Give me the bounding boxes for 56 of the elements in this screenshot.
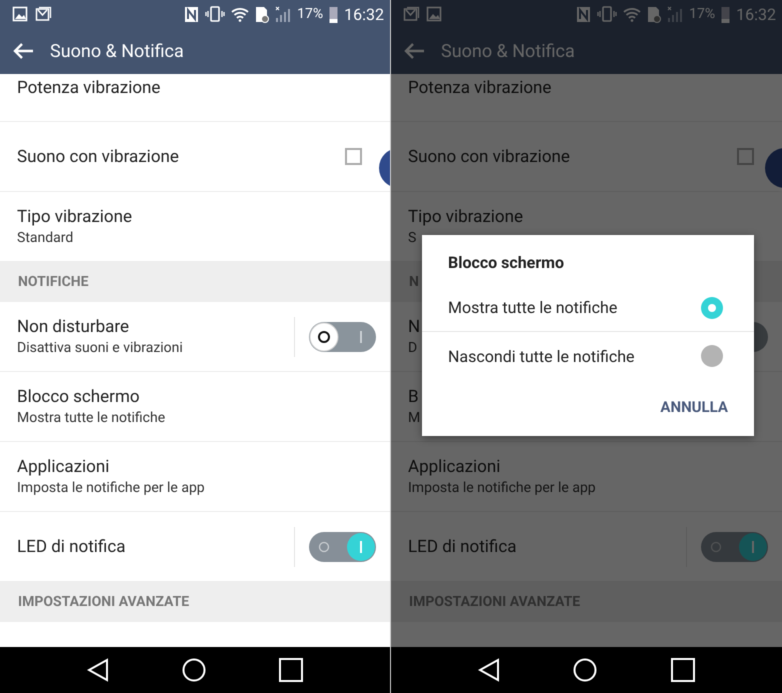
vibrate-icon: [205, 6, 226, 22]
setting-title[interactable]: Suono con vibrazione: [17, 146, 179, 166]
screen-title: Suono & Notifica: [441, 40, 575, 62]
picture-icon: [426, 6, 443, 22]
clock: 16:32: [736, 4, 776, 24]
back-button[interactable]: [12, 42, 34, 60]
battery-level: 17%: [689, 6, 716, 22]
setting-summary: D: [408, 340, 418, 356]
back-icon[interactable]: [86, 658, 109, 682]
dialog-option[interactable]: Nascondi tutte le notifiche: [422, 332, 754, 380]
section-header: NOTIFICHE: [0, 262, 390, 302]
vibrate-icon: [597, 6, 618, 22]
toggle-switch[interactable]: [309, 532, 376, 562]
toggle-switch[interactable]: [309, 322, 376, 352]
section-header: IMPOSTAZIONI AVANZATE: [0, 582, 390, 622]
battery-icon: [721, 6, 730, 22]
recents-icon[interactable]: [671, 658, 696, 682]
setting-title[interactable]: Potenza vibrazione: [17, 78, 160, 98]
setting-summary: M: [408, 410, 420, 426]
nfc-icon: [184, 6, 200, 22]
setting-title[interactable]: Tipo vibrazione: [17, 207, 132, 227]
setting-summary: Imposta le notifiche per le app: [408, 480, 596, 496]
setting-title[interactable]: Non disturbare: [17, 317, 130, 337]
wifi-icon: [623, 6, 642, 22]
toggle-switch[interactable]: [701, 532, 768, 562]
setting-summary: Imposta le notifiche per le app: [17, 480, 205, 496]
checkbox[interactable]: [345, 148, 362, 165]
battery-icon: [329, 6, 338, 22]
wifi-icon: [231, 6, 250, 22]
home-icon[interactable]: [182, 658, 206, 682]
checkbox[interactable]: [737, 148, 754, 165]
setting-title[interactable]: Applicazioni: [17, 457, 110, 477]
setting-summary: Mostra tutte le notifiche: [17, 410, 166, 426]
signal-icon: [275, 6, 292, 22]
mail-icon: [35, 6, 52, 22]
setting-summary: S: [408, 230, 416, 246]
radio-button[interactable]: [700, 344, 724, 368]
radio-button[interactable]: [700, 296, 724, 320]
signal-icon: [667, 6, 684, 22]
nfc-icon: [576, 6, 592, 22]
dialog-option[interactable]: Mostra tutte le notifiche: [422, 284, 754, 332]
screen-title: Suono & Notifica: [50, 40, 184, 62]
cancel-button[interactable]: ANNULLA: [658, 394, 730, 420]
back-icon[interactable]: [478, 658, 500, 682]
mail-icon: [403, 6, 420, 22]
picture-icon: [12, 6, 29, 22]
home-icon[interactable]: [573, 658, 598, 682]
sim-card-icon: [647, 6, 662, 22]
sim-card-icon: [255, 6, 270, 22]
setting-title[interactable]: Blocco schermo: [17, 387, 140, 407]
battery-level: 17%: [297, 6, 324, 22]
setting-summary: Standard: [17, 230, 74, 246]
setting-title[interactable]: LED di notifica: [17, 536, 126, 556]
recents-icon[interactable]: [279, 658, 304, 682]
clock: 16:32: [344, 4, 384, 24]
setting-summary: Disattiva suoni e vibrazioni: [17, 340, 183, 356]
